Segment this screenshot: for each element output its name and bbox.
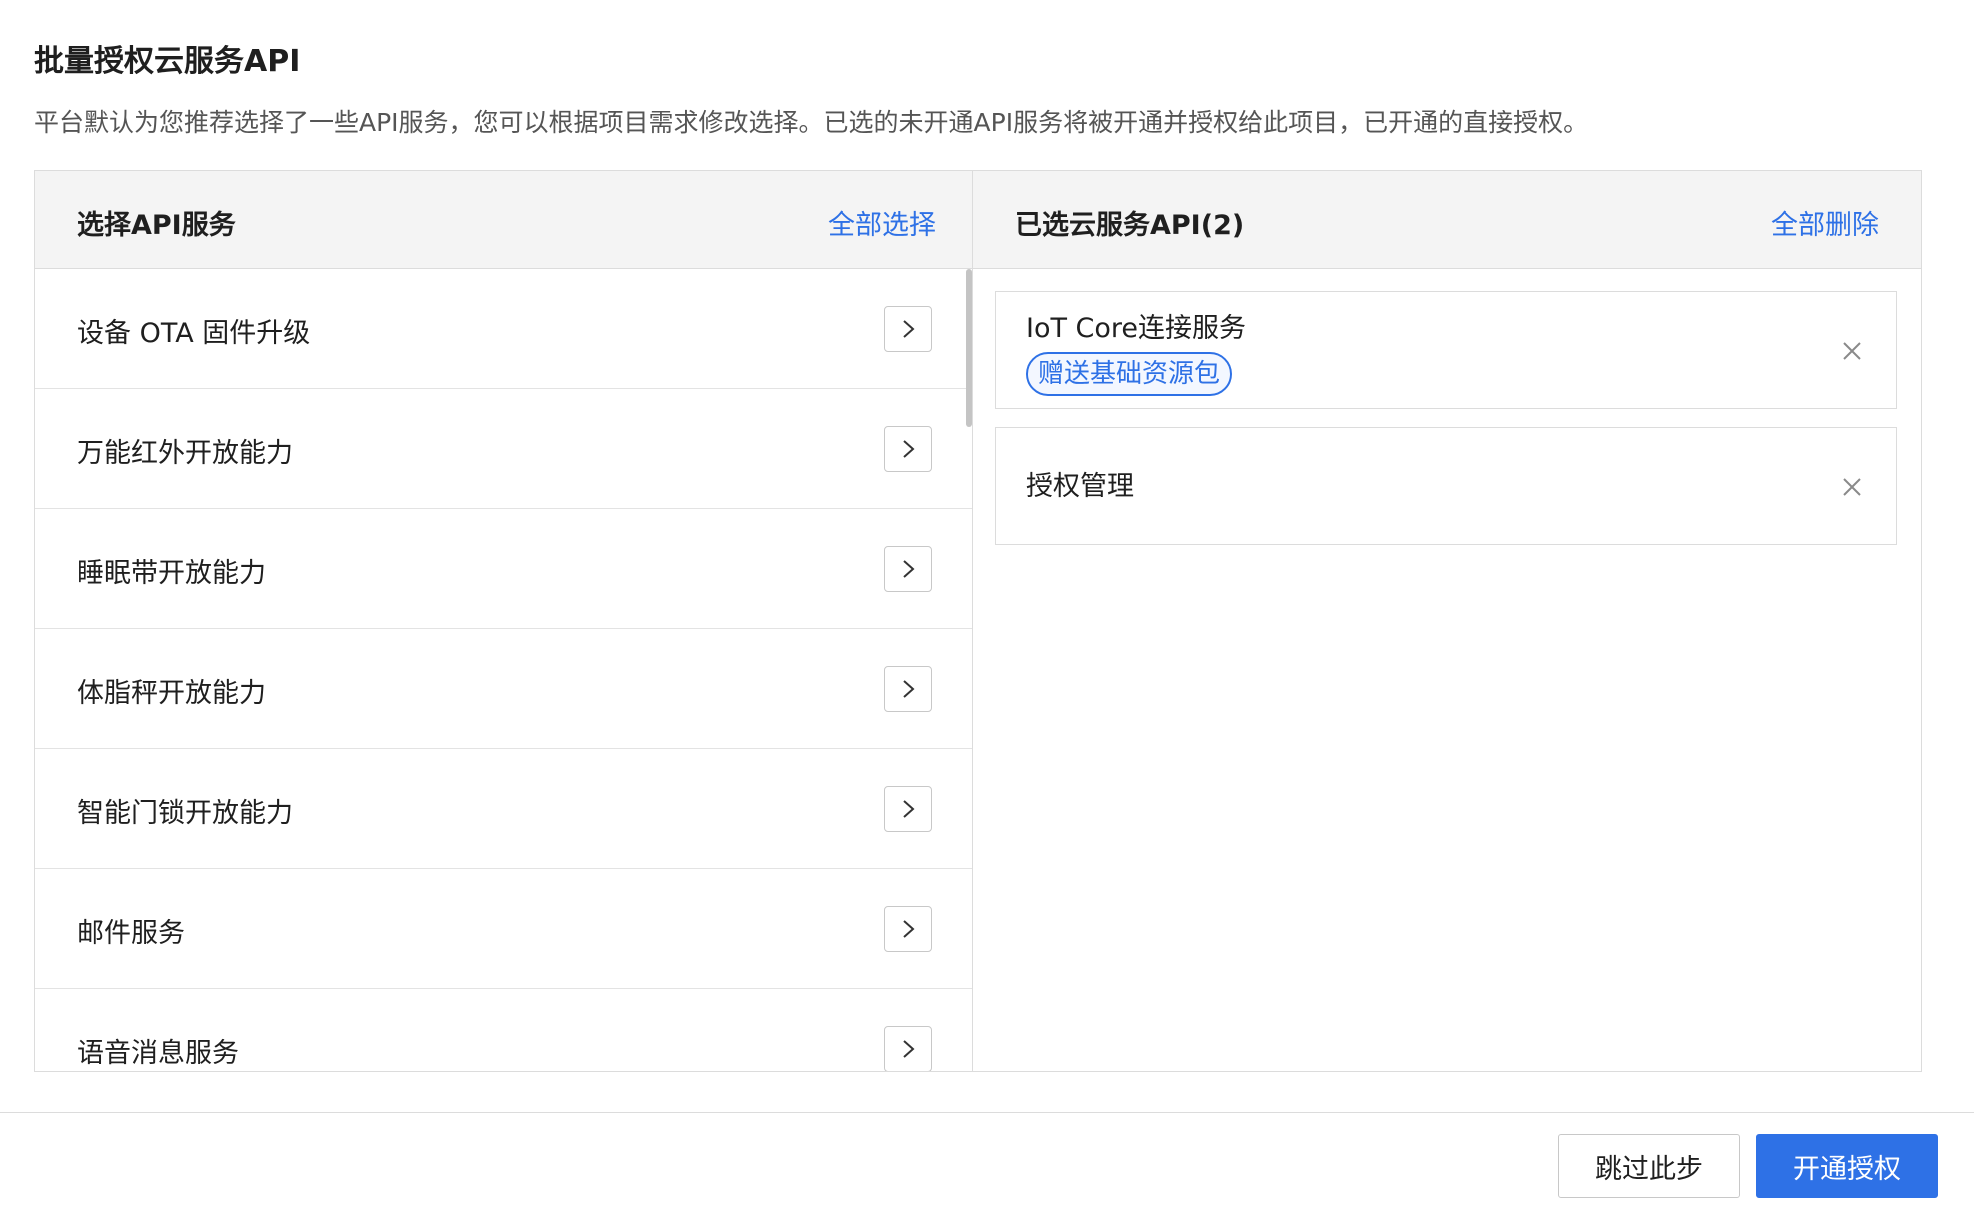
chevron-right-icon <box>903 920 915 938</box>
add-api-button[interactable] <box>884 1026 932 1071</box>
close-icon[interactable] <box>1840 339 1864 363</box>
add-api-button[interactable] <box>884 426 932 472</box>
add-api-button[interactable] <box>884 786 932 832</box>
selected-api-name: 授权管理 <box>1026 471 1134 502</box>
add-api-button[interactable] <box>884 906 932 952</box>
list-item: 智能门锁开放能力 <box>35 749 972 869</box>
list-item: 邮件服务 <box>35 869 972 989</box>
close-icon[interactable] <box>1840 475 1864 499</box>
selected-api-name: IoT Core连接服务 <box>1026 313 1247 344</box>
scrollbar-thumb[interactable] <box>966 269 972 427</box>
chevron-right-icon <box>903 440 915 458</box>
list-item: 睡眠带开放能力 <box>35 509 972 629</box>
chevron-right-icon <box>903 1040 915 1058</box>
api-item-label: 语音消息服务 <box>77 1038 239 1069</box>
select-all-link[interactable]: 全部选择 <box>828 203 936 242</box>
selected-api-card: 授权管理 <box>995 427 1897 545</box>
add-api-button[interactable] <box>884 306 932 352</box>
chevron-right-icon <box>903 320 915 338</box>
chevron-right-icon <box>903 800 915 818</box>
footer-divider <box>0 1112 1974 1113</box>
skip-button[interactable]: 跳过此步 <box>1558 1134 1740 1198</box>
dialog-description: 平台默认为您推荐选择了一些API服务，您可以根据项目需求修改选择。已选的未开通A… <box>34 108 1589 137</box>
api-item-label: 设备 OTA 固件升级 <box>77 318 311 349</box>
list-scrollbar[interactable] <box>966 269 972 1071</box>
delete-all-link[interactable]: 全部删除 <box>1771 203 1879 242</box>
available-api-list[interactable]: 设备 OTA 固件升级 万能红外开放能力 睡眠带开放能力 体脂秤开放能力 智能门… <box>35 269 972 1071</box>
add-api-button[interactable] <box>884 546 932 592</box>
api-item-label: 邮件服务 <box>77 918 185 949</box>
selected-panel-header: 已选云服务API(2) 全部删除 <box>973 171 1921 269</box>
list-item: 语音消息服务 <box>35 989 972 1071</box>
list-item: 体脂秤开放能力 <box>35 629 972 749</box>
api-item-label: 体脂秤开放能力 <box>77 678 266 709</box>
open-authorize-button[interactable]: 开通授权 <box>1756 1134 1938 1198</box>
dialog-title: 批量授权云服务API <box>34 44 301 79</box>
add-api-button[interactable] <box>884 666 932 712</box>
available-panel-header: 选择API服务 全部选择 <box>35 171 972 269</box>
list-item: 万能红外开放能力 <box>35 389 972 509</box>
api-transfer: 选择API服务 全部选择 设备 OTA 固件升级 万能红外开放能力 睡眠带开放能… <box>34 170 1922 1072</box>
available-api-panel: 选择API服务 全部选择 设备 OTA 固件升级 万能红外开放能力 睡眠带开放能… <box>35 171 973 1071</box>
chevron-right-icon <box>903 560 915 578</box>
list-item: 设备 OTA 固件升级 <box>35 269 972 389</box>
api-item-label: 智能门锁开放能力 <box>77 798 293 829</box>
api-item-label: 睡眠带开放能力 <box>77 558 266 589</box>
free-resource-badge: 赠送基础资源包 <box>1026 352 1233 396</box>
available-panel-title: 选择API服务 <box>77 210 236 241</box>
selected-panel-title: 已选云服务API(2) <box>1015 210 1245 241</box>
selected-api-card: IoT Core连接服务 赠送基础资源包 <box>995 291 1897 409</box>
api-item-label: 万能红外开放能力 <box>77 438 293 469</box>
selected-api-panel: 已选云服务API(2) 全部删除 IoT Core连接服务 赠送基础资源包 授权… <box>973 171 1921 1071</box>
chevron-right-icon <box>903 680 915 698</box>
